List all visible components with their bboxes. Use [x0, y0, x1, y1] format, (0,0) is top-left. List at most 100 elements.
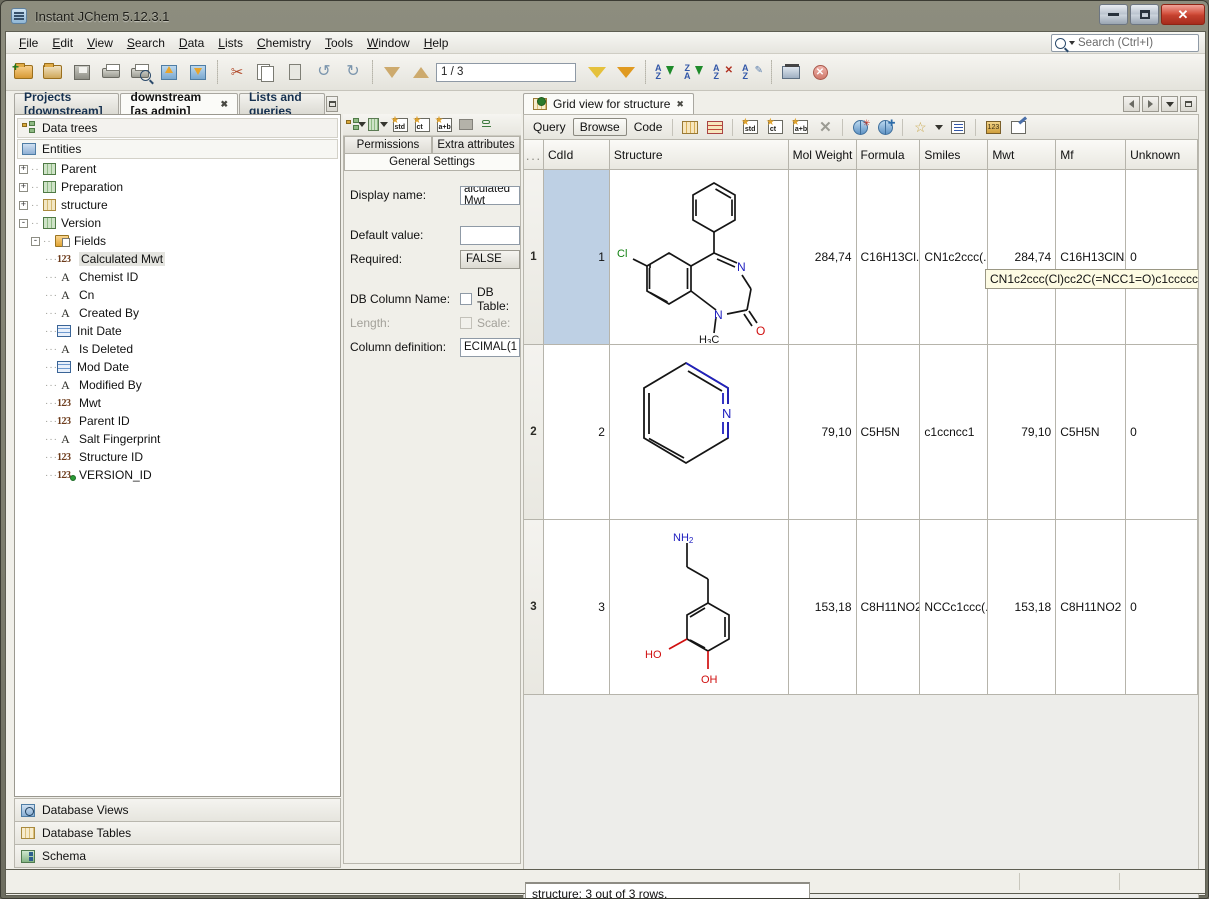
tab-grid-view-for-structure[interactable]: Grid view for structure ✖ [523, 93, 694, 114]
cell-unknown[interactable]: 0 [1126, 520, 1198, 695]
redo-button[interactable]: ↻ [339, 57, 367, 87]
scroll-left-button[interactable] [1123, 96, 1140, 112]
minimize-button[interactable] [1099, 4, 1128, 25]
table-row[interactable]: 2 2 [524, 345, 1198, 520]
cell-smiles[interactable]: NCCc1ccc(... [920, 520, 988, 695]
tab-general-settings[interactable]: General Settings [344, 154, 520, 171]
cell-mwt[interactable]: 153,18 [988, 520, 1056, 695]
tab-permissions[interactable]: Permissions [344, 136, 432, 154]
page-input[interactable]: 1 / 3 [436, 63, 576, 82]
tree-item-calculated-mwt[interactable]: ··· 123 Calculated Mwt [15, 250, 340, 268]
tree-item-init-date[interactable]: ··· Init Date [15, 322, 340, 340]
cell-mol-weight[interactable]: 79,10 [789, 345, 857, 520]
column-header-structure[interactable]: Structure [610, 140, 789, 170]
expand-icon[interactable]: + [19, 201, 28, 210]
menu-data[interactable]: Data [172, 34, 211, 52]
print-button[interactable] [97, 57, 125, 87]
filter-button[interactable] [583, 57, 611, 87]
favorites-button[interactable]: ☆ [909, 117, 931, 137]
ct-field-button[interactable]: ct [412, 116, 432, 134]
menu-edit[interactable]: Edit [45, 34, 80, 52]
import-web-button[interactable]: ✚ [874, 117, 896, 137]
remove-button[interactable]: ✕ [814, 117, 836, 137]
tree-item-structure[interactable]: + ·· structure [15, 196, 340, 214]
search-box[interactable]: Search (Ctrl+I) [1051, 34, 1199, 52]
copy-button[interactable] [252, 57, 280, 87]
tab-lists-and-queries[interactable]: Lists and queries [239, 93, 325, 114]
tree-item-chemist-id[interactable]: ··· A Chemist ID [15, 268, 340, 286]
cut-button[interactable]: ✂ [223, 57, 251, 87]
tree-item-modified-by[interactable]: ··· A Modified By [15, 376, 340, 394]
view-mode-code[interactable]: Code [630, 119, 667, 135]
tree-item-salt-fingerprint[interactable]: ··· A Salt Fingerprint [15, 430, 340, 448]
tab-projects[interactable]: Projects [downstream] [14, 93, 119, 114]
data-tree-panel[interactable]: Data trees Entities + ·· Parent + [14, 114, 341, 797]
tab-list-button[interactable] [1161, 96, 1178, 112]
sidebar-item-database-tables[interactable]: Database Tables [14, 821, 341, 845]
ab-field-button[interactable]: a+b [434, 116, 454, 134]
cell-smiles[interactable]: CN1c2ccc(... [920, 170, 988, 345]
maximize-button[interactable] [1130, 4, 1159, 25]
tree-header-entities[interactable]: Entities [17, 139, 338, 159]
expand-icon[interactable]: + [19, 183, 28, 192]
menu-view[interactable]: View [80, 34, 120, 52]
grid-table[interactable]: ··· CdId Structure Mol Weight Formula Sm… [523, 139, 1199, 899]
cell-structure-diazepam[interactable]: Cl N N O H3C [610, 170, 789, 345]
cell-mf[interactable]: C16H13ClN2O [1056, 170, 1126, 345]
next-page-button[interactable] [407, 57, 435, 87]
key-button[interactable] [478, 116, 498, 134]
ct-button[interactable]: ct [764, 117, 786, 137]
cell-formula[interactable]: C16H13Cl... [857, 170, 921, 345]
tree-item-created-by[interactable]: ··· A Created By [15, 304, 340, 322]
cell-structure-dopamine[interactable]: NH2 HO OH [610, 520, 789, 695]
tree-item-cn[interactable]: ··· A Cn [15, 286, 340, 304]
grid-corner-button[interactable]: ··· [524, 140, 544, 170]
menu-window[interactable]: Window [360, 34, 417, 52]
close-icon[interactable]: ✖ [220, 99, 228, 110]
column-header-formula[interactable]: Formula [857, 140, 921, 170]
cell-formula[interactable]: C8H11NO2 [857, 520, 921, 695]
scroll-right-button[interactable] [1142, 96, 1159, 112]
cell-unknown[interactable]: 0 [1126, 345, 1198, 520]
menu-chemistry[interactable]: Chemistry [250, 34, 318, 52]
remove-sort-button[interactable]: AZ✕ [709, 57, 737, 87]
collapse-icon[interactable]: - [19, 219, 28, 228]
menu-search[interactable]: Search [120, 34, 172, 52]
calendar-button[interactable]: 123 [982, 117, 1004, 137]
cell-cdid[interactable]: 2 [544, 345, 610, 520]
tree-header-data-trees[interactable]: Data trees [17, 118, 338, 138]
cell-mf[interactable]: C5H5N [1056, 345, 1126, 520]
left-pane-minimize-button[interactable] [326, 96, 338, 112]
print-preview-button[interactable] [126, 57, 154, 87]
numbering-button[interactable] [947, 117, 969, 137]
ab-button[interactable]: a+b [789, 117, 811, 137]
save-button[interactable] [68, 57, 96, 87]
column-header-mf[interactable]: Mf [1056, 140, 1126, 170]
tree-item-parent[interactable]: + ·· Parent [15, 160, 340, 178]
paste-button[interactable] [281, 57, 309, 87]
column-header-smiles[interactable]: Smiles [920, 140, 988, 170]
std-field-button[interactable]: std [390, 116, 410, 134]
std-button[interactable]: std [739, 117, 761, 137]
default-value-input[interactable] [460, 226, 520, 245]
cell-mf[interactable]: C8H11NO2 [1056, 520, 1126, 695]
cell-structure-pyridine[interactable]: N [610, 345, 789, 520]
open-project-button[interactable] [39, 57, 67, 87]
tab-extra-attributes[interactable]: Extra attributes [432, 136, 520, 154]
required-combo[interactable]: FALSE [460, 250, 520, 269]
sort-asc-button[interactable]: AZ [651, 57, 679, 87]
view-mode-query[interactable]: Query [529, 119, 570, 135]
chevron-down-icon[interactable] [1069, 41, 1075, 45]
column-header-unknown[interactable]: Unknown [1126, 140, 1198, 170]
cell-cdid[interactable]: 1 [544, 170, 610, 345]
collapse-icon[interactable]: - [31, 237, 40, 246]
tree-item-parent-id[interactable]: ··· 123 Parent ID [15, 412, 340, 430]
import-button[interactable] [155, 57, 183, 87]
menu-file[interactable]: File [12, 34, 45, 52]
tree-item-version[interactable]: - ·· Version [15, 214, 340, 232]
favorites-dropdown[interactable] [934, 117, 944, 137]
add-row-button[interactable] [679, 117, 701, 137]
screenshot-button[interactable] [777, 57, 805, 87]
display-name-input[interactable]: alculated Mwt [460, 186, 520, 205]
table-row[interactable]: 1 1 [524, 170, 1198, 345]
